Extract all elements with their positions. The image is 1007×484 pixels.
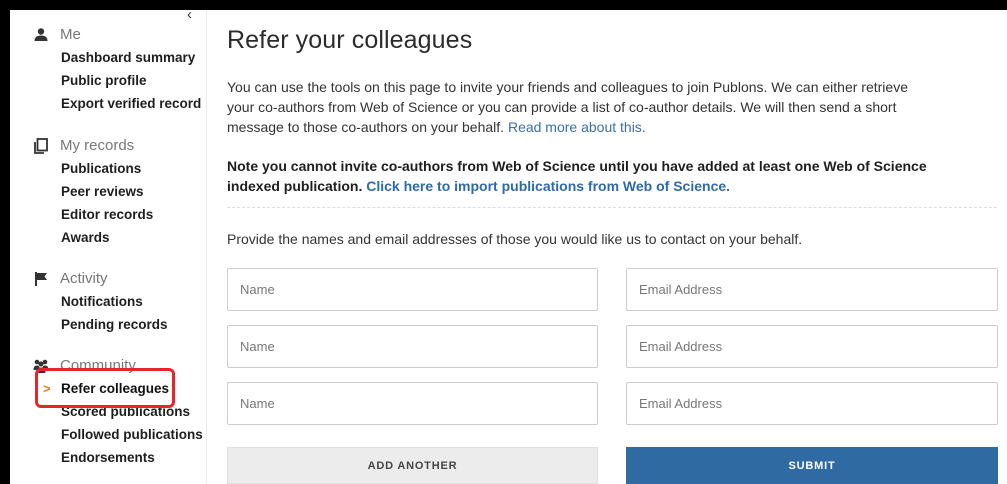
nav-section-community: Community > Refer colleagues Scored publ…: [10, 355, 206, 469]
nav-section-title: Community: [60, 357, 136, 374]
sidebar-item-awards[interactable]: Awards: [10, 226, 206, 249]
import-publications-link[interactable]: Click here to import publications from W…: [366, 178, 730, 194]
name-field-3[interactable]: [227, 382, 598, 425]
intro-paragraph: You can use the tools on this page to in…: [227, 77, 917, 137]
app-frame: ‹ Me Dashboard summary Public profile Ex…: [10, 10, 1007, 484]
sidebar-item-label: Refer colleagues: [61, 381, 170, 396]
chevron-right-icon: >: [43, 381, 51, 396]
sidebar-item-pending-records[interactable]: Pending records: [10, 313, 206, 336]
group-icon: [33, 358, 49, 374]
nav-section-my-records: My records Publications Peer reviews Edi…: [10, 135, 206, 249]
name-field-2[interactable]: [227, 325, 598, 368]
sidebar-item-export-verified-record[interactable]: Export verified record: [10, 92, 206, 115]
note-paragraph: Note you cannot invite co-authors from W…: [227, 156, 967, 196]
sidebar-item-peer-reviews[interactable]: Peer reviews: [10, 180, 206, 203]
sidebar-item-editor-records[interactable]: Editor records: [10, 203, 206, 226]
sidebar: ‹ Me Dashboard summary Public profile Ex…: [10, 10, 206, 484]
sidebar-item-endorsements[interactable]: Endorsements: [10, 446, 206, 469]
dashed-divider: [227, 207, 997, 208]
person-icon: [33, 27, 49, 43]
sidebar-item-dashboard-summary[interactable]: Dashboard summary: [10, 46, 206, 69]
sidebar-item-refer-colleagues[interactable]: > Refer colleagues: [10, 377, 206, 400]
page-title: Refer your colleagues: [227, 26, 473, 54]
email-field-1[interactable]: [626, 268, 998, 311]
copy-icon: [33, 138, 49, 154]
nav-section-title: My records: [60, 137, 135, 154]
nav-head-community: Community: [10, 355, 206, 377]
nav-section-activity: Activity Notifications Pending records: [10, 268, 206, 336]
instructions-text: Provide the names and email addresses of…: [227, 231, 803, 247]
submit-button[interactable]: SUBMIT: [626, 447, 998, 484]
sidebar-item-public-profile[interactable]: Public profile: [10, 69, 206, 92]
sidebar-item-publications[interactable]: Publications: [10, 157, 206, 180]
name-field-1[interactable]: [227, 268, 598, 311]
collapse-sidebar-button[interactable]: ‹: [187, 10, 201, 22]
read-more-link[interactable]: Read more about this.: [508, 119, 646, 135]
nav-head-activity: Activity: [10, 268, 206, 290]
sidebar-divider: [206, 10, 207, 484]
nav-head-me: Me: [10, 24, 206, 46]
nav-section-me: Me Dashboard summary Public profile Expo…: [10, 24, 206, 115]
email-field-2[interactable]: [626, 325, 998, 368]
email-field-3[interactable]: [626, 382, 998, 425]
main-content: Refer your colleagues You can use the to…: [227, 10, 1007, 484]
sidebar-item-scored-publications[interactable]: Scored publications: [10, 400, 206, 423]
nav-head-my-records: My records: [10, 135, 206, 157]
nav-section-title: Activity: [60, 270, 108, 287]
sidebar-item-followed-publications[interactable]: Followed publications: [10, 423, 206, 446]
nav-section-title: Me: [60, 26, 81, 43]
flag-icon: [33, 271, 49, 287]
add-another-button[interactable]: ADD ANOTHER: [227, 447, 598, 484]
sidebar-item-notifications[interactable]: Notifications: [10, 290, 206, 313]
